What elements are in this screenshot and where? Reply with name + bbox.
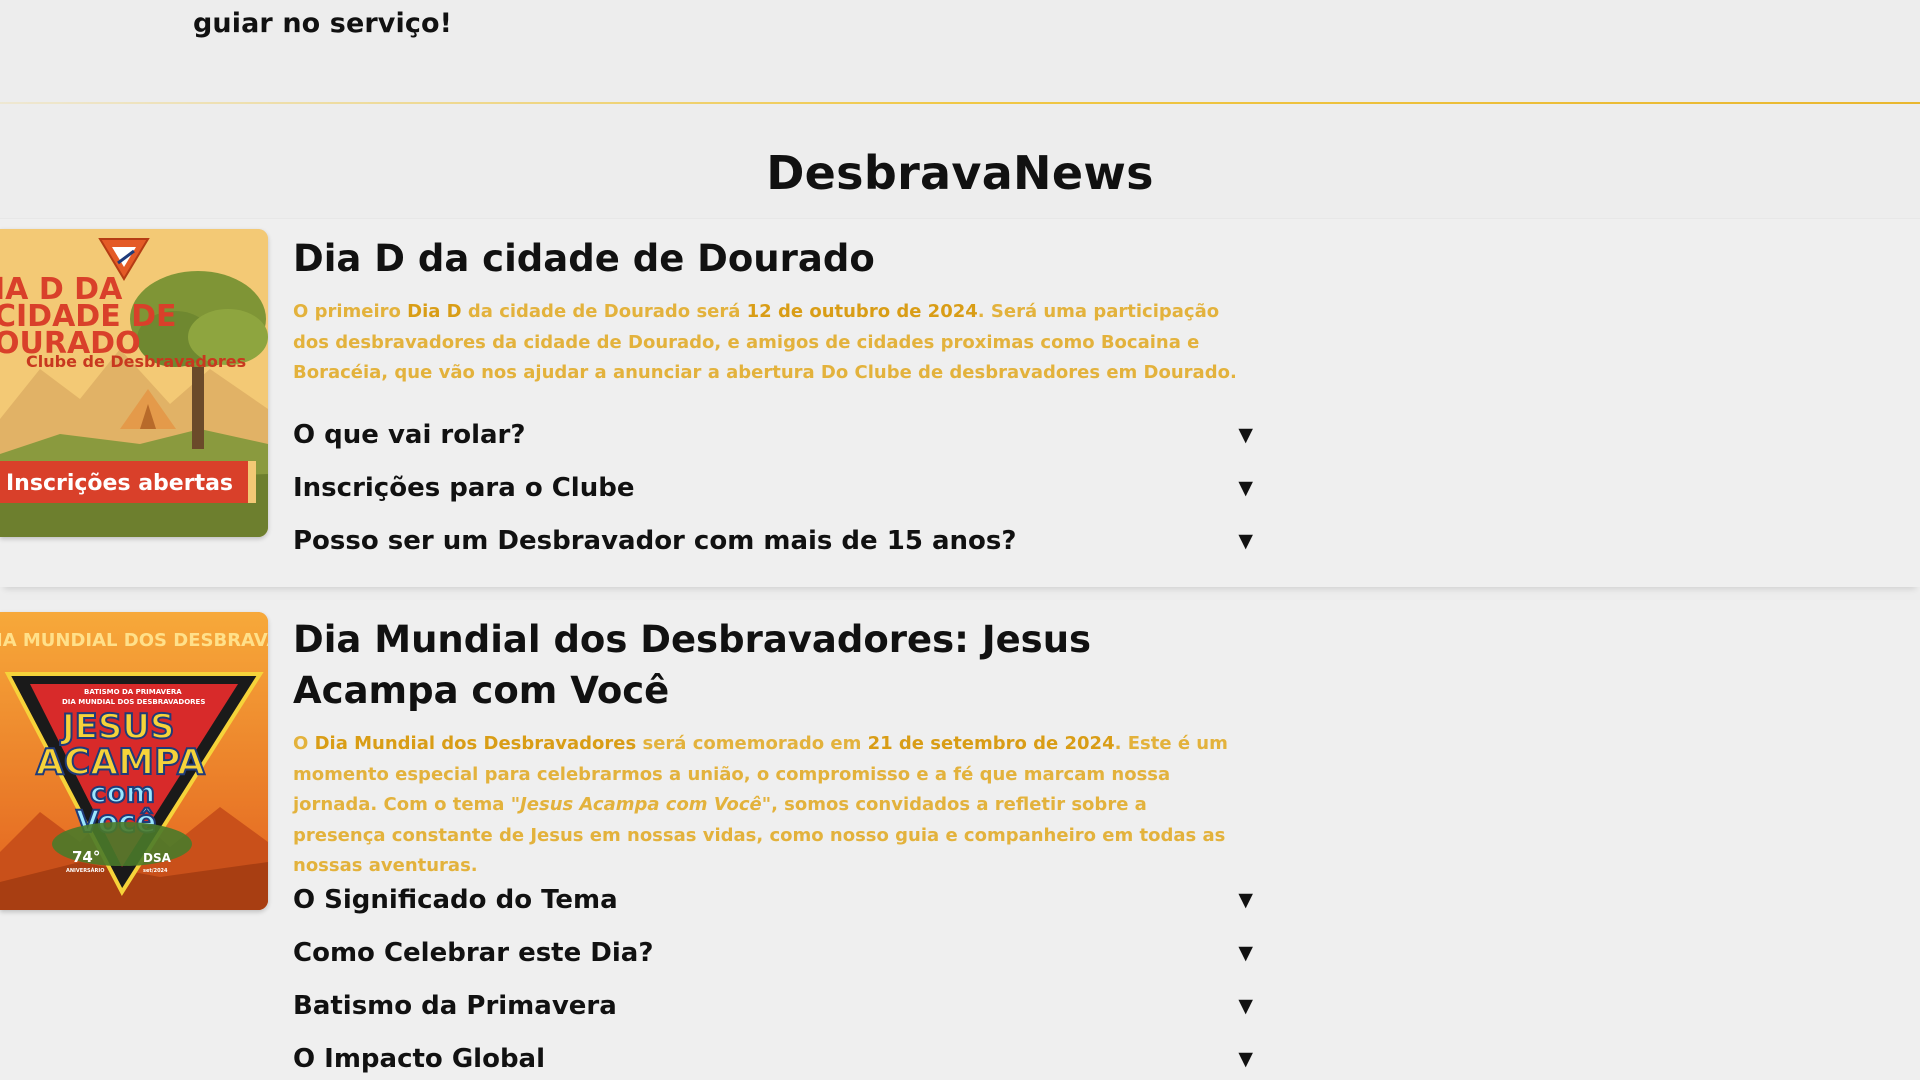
dia-mundial-poster: IA MUNDIAL DOS DESBRAVADORES BATISMO DA … <box>0 612 268 910</box>
faq-item-impacto-global[interactable]: O Impacto Global ▼ <box>293 1039 1253 1079</box>
chevron-down-icon[interactable]: ▼ <box>1238 986 1253 1026</box>
news-card: IA MUNDIAL DOS DESBRAVADORES BATISMO DA … <box>0 600 1920 1080</box>
poster-banner-text: Inscrições abertas <box>6 471 233 496</box>
poster-badge: 74° <box>72 848 100 866</box>
poster-badge-sub: ANIVERSÁRIO <box>66 867 104 874</box>
faq-question: O Significado do Tema <box>293 885 618 915</box>
faq-item-mais-de-15-anos[interactable]: Posso ser um Desbravador com mais de 15 … <box>293 521 1253 561</box>
section-divider <box>0 102 1920 104</box>
news-title: Dia D da cidade de Dourado <box>293 237 875 280</box>
poster-small-1: BATISMO DA PRIMAVERA <box>84 688 182 696</box>
chevron-down-icon[interactable]: ▼ <box>1238 933 1253 973</box>
news-body: O primeiro Dia D da cidade de Dourado se… <box>293 301 1237 383</box>
dia-d-poster: IA D DA CIDADE DE OURADO Clube de Desbra… <box>0 229 268 537</box>
news-image-dia-d: IA D DA CIDADE DE OURADO Clube de Desbra… <box>0 229 268 537</box>
chevron-down-icon[interactable]: ▼ <box>1238 415 1253 455</box>
poster-small-2: DIA MUNDIAL DOS DESBRAVADORES <box>62 698 205 706</box>
faq-item-como-celebrar[interactable]: Como Celebrar este Dia? ▼ <box>293 933 1253 973</box>
faq-item-inscricoes[interactable]: Inscrições para o Clube ▼ <box>293 468 1253 508</box>
faq-question: Posso ser um Desbravador com mais de 15 … <box>293 526 1017 556</box>
poster-subtitle: Clube de Desbravadores <box>26 352 246 371</box>
news-image-dia-mundial: IA MUNDIAL DOS DESBRAVADORES BATISMO DA … <box>0 612 268 910</box>
poster-dsa-sub: set/2024 <box>143 868 168 874</box>
faq-question: O que vai rolar? <box>293 420 526 450</box>
news-title: Dia Mundial dos Desbravadores: Jesus Aca… <box>293 618 1092 712</box>
chevron-down-icon[interactable]: ▼ <box>1238 468 1253 508</box>
chevron-down-icon[interactable]: ▼ <box>1238 1039 1253 1079</box>
chevron-down-icon[interactable]: ▼ <box>1238 521 1253 561</box>
faq-question: Inscrições para o Clube <box>293 473 635 503</box>
intro-text: guiar no serviço! <box>193 8 453 39</box>
section-title: DesbravaNews <box>766 146 1154 200</box>
poster-dsa: DSA <box>143 851 172 865</box>
faq-question: Como Celebrar este Dia? <box>293 938 654 968</box>
faq-item-o-que-vai-rolar[interactable]: O que vai rolar? ▼ <box>293 415 1253 455</box>
faq-item-batismo-da-primavera[interactable]: Batismo da Primavera ▼ <box>293 986 1253 1026</box>
news-card: IA D DA CIDADE DE OURADO Clube de Desbra… <box>0 218 1920 587</box>
chevron-down-icon[interactable]: ▼ <box>1238 880 1253 920</box>
poster-word-jesus: JESUS <box>60 707 174 747</box>
faq-item-significado-do-tema[interactable]: O Significado do Tema ▼ <box>293 880 1253 920</box>
news-body: O Dia Mundial dos Desbravadores será com… <box>293 733 1228 876</box>
faq-question: O Impacto Global <box>293 1044 546 1074</box>
faq-question: Batismo da Primavera <box>293 991 617 1021</box>
poster-header: IA MUNDIAL DOS DESBRAVADORES <box>0 630 268 651</box>
